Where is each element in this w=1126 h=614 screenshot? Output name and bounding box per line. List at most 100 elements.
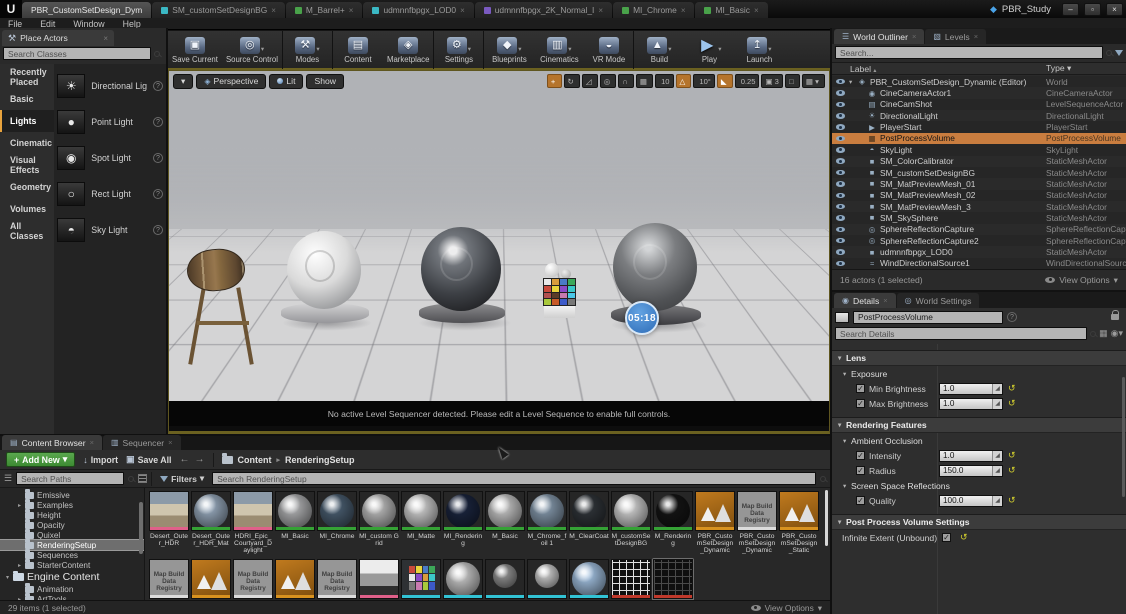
filters-button[interactable]: Filters ▾ bbox=[156, 473, 208, 484]
details-scrollbar[interactable] bbox=[1122, 377, 1125, 497]
property-row[interactable]: ▾ Lens ◢ ↺ bbox=[832, 350, 1126, 366]
folder-item[interactable]: ▸ StarterContent bbox=[0, 560, 144, 570]
rotate-tool[interactable]: ↻ bbox=[564, 74, 580, 88]
tab-content-browser[interactable]: ▤Content Browser× bbox=[2, 435, 102, 450]
placeable-actor-item[interactable]: ◉ Spot Light ? bbox=[57, 140, 163, 176]
placeable-actor-item[interactable]: ○ Rect Light ? bbox=[57, 176, 163, 212]
chevron-down-icon[interactable]: ▾ bbox=[316, 46, 319, 54]
move-tool[interactable]: + bbox=[547, 74, 562, 88]
outliner-search-input[interactable] bbox=[835, 46, 1103, 59]
close-tab-icon[interactable]: × bbox=[754, 6, 759, 15]
asset-tile[interactable]: Map Build Data Registry PBR_CustomSetDes… bbox=[694, 490, 736, 556]
chevron-down-icon[interactable]: ▾ bbox=[568, 46, 571, 54]
outliner-actor-row[interactable]: ◎ SphereReflectionCapture SphereReflecti… bbox=[832, 224, 1126, 235]
expand-caret-icon[interactable]: ▾ bbox=[843, 437, 851, 445]
close-tab-icon[interactable]: × bbox=[349, 6, 354, 15]
asset-tile[interactable]: Map Build Data Registry Desert_Outer_HDR bbox=[148, 490, 190, 556]
asset-tile[interactable]: Map Build Data Registry Desert_Outer_HDR… bbox=[190, 490, 232, 556]
asset-tab[interactable]: MI_Chrome × bbox=[613, 2, 694, 18]
reset-to-default-icon[interactable]: ↺ bbox=[1008, 383, 1016, 394]
help-icon[interactable]: ? bbox=[153, 225, 163, 235]
asset-tile[interactable]: Map Build Data Registry M_ClearCoat bbox=[568, 490, 610, 556]
asset-tab[interactable]: udmnnfbpgx_LOD0 × bbox=[363, 2, 473, 18]
actor-name-field[interactable] bbox=[853, 311, 1003, 324]
toolbar-button[interactable]: ◒▾ VR Mode bbox=[584, 31, 634, 69]
property-row[interactable]: ▾ Rendering Features ◢ ↺ bbox=[832, 417, 1126, 433]
view-mode-button[interactable]: Lit bbox=[269, 74, 303, 89]
surface-snap-toggle[interactable]: ∩ bbox=[618, 74, 633, 88]
close-tab-icon[interactable]: × bbox=[168, 438, 172, 447]
place-actors-tab[interactable]: ⚒ Place Actors × bbox=[2, 30, 114, 46]
reset-to-default-icon[interactable]: ↺ bbox=[1008, 495, 1016, 506]
chevron-down-icon[interactable]: ▾ bbox=[768, 46, 771, 54]
category-item[interactable]: Lights bbox=[0, 110, 54, 132]
menu-item[interactable]: Window bbox=[73, 19, 104, 29]
property-row[interactable]: ▾ Min Brightness 1.0◢ ↺ bbox=[832, 381, 1126, 396]
help-icon[interactable]: ? bbox=[153, 153, 163, 163]
asset-tile[interactable]: Map Build Data Registry BrazilTests_ bbox=[274, 558, 316, 600]
asset-tile[interactable]: Map Build Data Registry SM_Sky bbox=[568, 558, 610, 600]
outliner-actor-row[interactable]: ≈ WindDirectionalSource1 WindDirectional… bbox=[832, 258, 1126, 269]
maximize-button[interactable]: ▫ bbox=[1084, 3, 1101, 16]
folder-item[interactable]: Animation bbox=[0, 584, 144, 594]
viewport-layout[interactable]: ▦ ▾ bbox=[802, 74, 825, 88]
viewport-options-dropdown[interactable]: ▾ bbox=[173, 74, 193, 89]
visibility-eye-icon[interactable] bbox=[832, 249, 849, 255]
close-tab-icon[interactable]: × bbox=[460, 6, 465, 15]
assets-scrollbar[interactable] bbox=[825, 490, 828, 546]
property-row[interactable]: ▾ Exposure ◢ ↺ bbox=[832, 366, 1126, 381]
toolbar-button[interactable]: ↥▾ Launch bbox=[734, 31, 784, 69]
toolbar-button[interactable]: ▥▾ Cinematics bbox=[534, 31, 584, 69]
outliner-actor-row[interactable]: ▦ PostProcessVolume PostProcessVolume bbox=[832, 133, 1126, 144]
value-spinbox[interactable]: 100.0◢ bbox=[939, 495, 1003, 507]
close-tab-icon[interactable]: × bbox=[974, 32, 978, 41]
close-tab-icon[interactable]: × bbox=[90, 438, 94, 447]
help-icon[interactable]: ? bbox=[153, 189, 163, 199]
value-spinbox[interactable]: 1.0◢ bbox=[939, 383, 1003, 395]
category-item[interactable]: Basic bbox=[0, 88, 54, 110]
placeable-actor-item[interactable]: ☀ Directional Lig ? bbox=[57, 68, 163, 104]
asset-tile[interactable]: Map Build Data Registry PBR_Lab_ bbox=[232, 558, 274, 600]
folder-item[interactable]: ▾ Engine Content bbox=[0, 570, 144, 584]
reset-to-default-icon[interactable]: ↺ bbox=[1008, 450, 1016, 461]
asset-tile[interactable]: Map Build Data Registry M_customSetDesig… bbox=[610, 490, 652, 556]
world-space-toggle[interactable]: ◎ bbox=[600, 74, 617, 88]
show-flags-button[interactable]: Show bbox=[306, 74, 344, 89]
column-header-type[interactable]: Type ▾ bbox=[1046, 63, 1126, 74]
visibility-eye-icon[interactable] bbox=[832, 124, 849, 130]
asset-tile[interactable]: Map Build Data Registry PBR_CustomSetDes… bbox=[148, 558, 190, 600]
asset-tile[interactable]: Map Build Data Registry MI_Rendering bbox=[442, 490, 484, 556]
folder-item[interactable]: Emissive bbox=[0, 490, 144, 500]
placeable-actor-item[interactable]: ◓ Sky Light ? bbox=[57, 212, 163, 248]
visibility-eye-icon[interactable] bbox=[832, 170, 849, 176]
asset-tile[interactable]: Map Build Data Registry MI_Chrome bbox=[316, 490, 358, 556]
spin-handle-icon[interactable]: ◢ bbox=[992, 399, 1002, 409]
tab-details[interactable]: ◉Details× bbox=[834, 293, 896, 308]
spin-handle-icon[interactable]: ◢ bbox=[992, 384, 1002, 394]
folder-item[interactable]: RenderingSetup bbox=[0, 540, 144, 550]
asset-tile[interactable]: Map Build Data Registry HDRI_Epic_Courty… bbox=[232, 490, 274, 556]
menu-item[interactable]: Edit bbox=[40, 19, 55, 29]
outliner-actor-row[interactable]: ◉ CineCameraActor1 CineCameraActor bbox=[832, 87, 1126, 98]
import-button[interactable]: ↓Import bbox=[83, 455, 118, 465]
asset-tab[interactable]: M_Barrel+ × bbox=[286, 2, 363, 18]
camera-speed[interactable]: ▣3 bbox=[761, 74, 782, 88]
toolbar-button[interactable]: ◆▾ Blueprints bbox=[484, 31, 534, 69]
folder-item[interactable]: Sequences bbox=[0, 550, 144, 560]
expand-arrow-icon[interactable]: ▾ bbox=[6, 574, 13, 581]
visibility-eye-icon[interactable] bbox=[832, 193, 849, 199]
asset-tile[interactable]: Map Build Data Registry WindTests_ bbox=[316, 558, 358, 600]
scale-snap-size[interactable]: 0.25 bbox=[735, 74, 760, 88]
asset-tab[interactable]: udmnnfbpgx_2K_Normal_I × bbox=[475, 2, 612, 18]
asset-tile[interactable]: Map Build Data Registry PBR_CustomSetDes… bbox=[736, 490, 778, 556]
minimize-button[interactable]: – bbox=[1062, 3, 1079, 16]
visibility-eye-icon[interactable] bbox=[832, 136, 849, 142]
color-calibrator[interactable] bbox=[543, 265, 583, 327]
category-item[interactable]: Geometry bbox=[0, 176, 54, 198]
spin-handle-icon[interactable]: ◢ bbox=[992, 451, 1002, 461]
toolbar-button[interactable]: ⚙▾ Settings bbox=[434, 31, 484, 69]
display-filter-eye-icon[interactable]: ◉▾ bbox=[1111, 328, 1123, 339]
chevron-down-icon[interactable]: ▾ bbox=[518, 46, 521, 54]
asset-tile[interactable]: Map Build Data Registry SM_Mat bbox=[526, 558, 568, 600]
maximize-viewport[interactable]: □ bbox=[785, 74, 800, 88]
